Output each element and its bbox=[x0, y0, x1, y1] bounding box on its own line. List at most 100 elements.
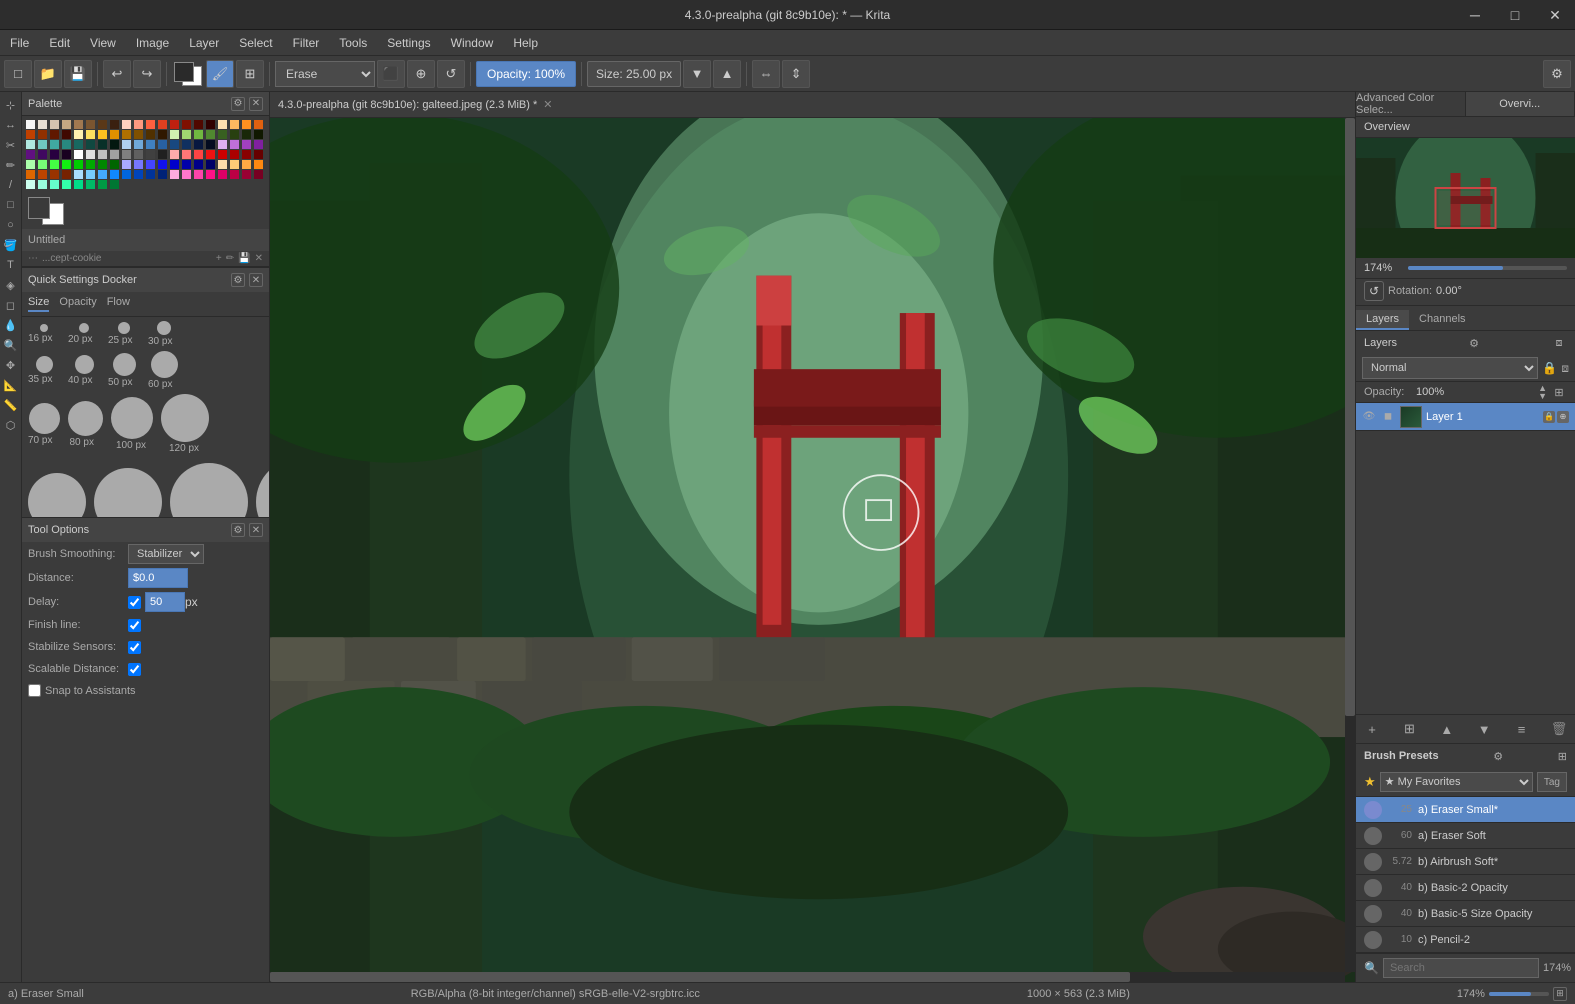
finish-line-checkbox[interactable] bbox=[128, 619, 141, 632]
palette-add-button[interactable]: + bbox=[216, 253, 222, 264]
to-close-button[interactable]: ✕ bbox=[249, 523, 263, 537]
bp-expand-button[interactable]: ⊞ bbox=[1558, 750, 1567, 763]
layer-add-button[interactable]: + bbox=[1362, 719, 1382, 739]
color-cell[interactable] bbox=[26, 180, 35, 189]
zoom-slider[interactable] bbox=[1408, 266, 1567, 270]
canvas-tab[interactable]: 4.3.0-prealpha (git 8c9b10e): galteed.jp… bbox=[278, 98, 553, 111]
brush-size-circle[interactable] bbox=[40, 324, 48, 332]
color-cell[interactable] bbox=[98, 170, 107, 179]
canvas-tab-close[interactable]: ✕ bbox=[543, 98, 552, 111]
color-cell[interactable] bbox=[182, 140, 191, 149]
color-cell[interactable] bbox=[98, 140, 107, 149]
size-down-button[interactable]: ▼ bbox=[683, 60, 711, 88]
color-cell[interactable] bbox=[122, 120, 131, 129]
color-cell[interactable] bbox=[146, 140, 155, 149]
menu-tools[interactable]: Tools bbox=[329, 30, 377, 56]
color-cell[interactable] bbox=[134, 160, 143, 169]
layers-settings-button[interactable]: ⚙ bbox=[1466, 335, 1482, 351]
qs-tab-flow[interactable]: Flow bbox=[107, 296, 130, 312]
scalable-distance-checkbox[interactable] bbox=[128, 663, 141, 676]
brush-size-circle[interactable] bbox=[111, 397, 153, 439]
palette-edit-button[interactable]: ✏ bbox=[226, 253, 234, 264]
color-cell[interactable] bbox=[86, 160, 95, 169]
blend-lock-button[interactable]: 🔒 bbox=[1542, 361, 1557, 375]
layer-more-1[interactable]: ⊕ bbox=[1557, 411, 1569, 423]
color-cell[interactable] bbox=[146, 150, 155, 159]
color-cell[interactable] bbox=[38, 140, 47, 149]
tool-pan[interactable]: ✥ bbox=[2, 356, 20, 374]
brush-size-circle[interactable] bbox=[157, 321, 171, 335]
brush-size-circle[interactable] bbox=[118, 322, 130, 334]
color-cell[interactable] bbox=[170, 160, 179, 169]
color-swatch[interactable] bbox=[172, 60, 204, 88]
foreground-color-swatch[interactable] bbox=[28, 197, 50, 219]
color-cell[interactable] bbox=[74, 170, 83, 179]
color-cell[interactable] bbox=[242, 160, 251, 169]
menu-layer[interactable]: Layer bbox=[179, 30, 229, 56]
brush-size-circle[interactable] bbox=[113, 353, 136, 376]
brush-size-circle[interactable] bbox=[29, 403, 60, 434]
color-cell[interactable] bbox=[122, 160, 131, 169]
brush-preset-item[interactable]: 10c) Pencil-2 bbox=[1356, 927, 1575, 953]
maximize-button[interactable]: □ bbox=[1495, 0, 1535, 30]
color-cell[interactable] bbox=[26, 160, 35, 169]
color-cell[interactable] bbox=[206, 150, 215, 159]
color-cell[interactable] bbox=[86, 150, 95, 159]
color-cell[interactable] bbox=[254, 150, 263, 159]
color-cell[interactable] bbox=[230, 160, 239, 169]
color-cell[interactable] bbox=[134, 140, 143, 149]
color-cell[interactable] bbox=[230, 120, 239, 129]
menu-settings[interactable]: Settings bbox=[377, 30, 440, 56]
color-cell[interactable] bbox=[98, 150, 107, 159]
color-cell[interactable] bbox=[86, 170, 95, 179]
color-cell[interactable] bbox=[230, 130, 239, 139]
color-cell[interactable] bbox=[110, 130, 119, 139]
opacity-down-arrow[interactable]: ▼ bbox=[1538, 392, 1547, 400]
qs-settings-button[interactable]: ⚙ bbox=[231, 273, 245, 287]
erase-select[interactable]: Erase bbox=[275, 61, 375, 87]
layer-lock-1[interactable]: 🔒 bbox=[1543, 411, 1555, 423]
color-cell[interactable] bbox=[182, 150, 191, 159]
tool-zoom[interactable]: 🔍 bbox=[2, 336, 20, 354]
color-cell[interactable] bbox=[122, 140, 131, 149]
color-cell[interactable] bbox=[158, 140, 167, 149]
brush-size-circle[interactable] bbox=[79, 323, 89, 333]
color-cell[interactable] bbox=[134, 150, 143, 159]
color-cell[interactable] bbox=[170, 140, 179, 149]
color-cell[interactable] bbox=[230, 150, 239, 159]
search-input[interactable] bbox=[1383, 958, 1539, 978]
bp-settings-button[interactable]: ⚙ bbox=[1493, 750, 1503, 763]
mirror-h-button[interactable]: ⇔ bbox=[752, 60, 780, 88]
color-cell[interactable] bbox=[26, 150, 35, 159]
undo-button[interactable]: ↩ bbox=[103, 60, 131, 88]
color-cell[interactable] bbox=[62, 170, 71, 179]
brush-preset-item[interactable]: 60a) Eraser Soft bbox=[1356, 823, 1575, 849]
canvas-scrollbar-v[interactable] bbox=[1345, 118, 1355, 972]
color-cell[interactable] bbox=[122, 170, 131, 179]
copy-button[interactable]: ⊕ bbox=[407, 60, 435, 88]
delay-checkbox[interactable] bbox=[128, 596, 141, 609]
clear-button[interactable]: ⬛ bbox=[377, 60, 405, 88]
color-cell[interactable] bbox=[254, 170, 263, 179]
tool-measure[interactable]: 📏 bbox=[2, 396, 20, 414]
tab-layers[interactable]: Layers bbox=[1356, 310, 1409, 330]
color-cell[interactable] bbox=[50, 180, 59, 189]
color-cell[interactable] bbox=[254, 120, 263, 129]
color-cell[interactable] bbox=[110, 170, 119, 179]
color-cell[interactable] bbox=[158, 170, 167, 179]
color-cell[interactable] bbox=[218, 130, 227, 139]
color-cell[interactable] bbox=[206, 130, 215, 139]
color-cell[interactable] bbox=[98, 130, 107, 139]
color-cell[interactable] bbox=[242, 170, 251, 179]
color-cell[interactable] bbox=[110, 180, 119, 189]
brush-preset-item[interactable]: 25a) Eraser Small* bbox=[1356, 797, 1575, 823]
color-cell[interactable] bbox=[38, 150, 47, 159]
tool-freehand[interactable]: ✏ bbox=[2, 156, 20, 174]
color-cell[interactable] bbox=[158, 160, 167, 169]
grid-button[interactable]: ⊞ bbox=[236, 60, 264, 88]
tab-channels[interactable]: Channels bbox=[1409, 310, 1475, 330]
brush-size-circle[interactable] bbox=[68, 401, 103, 436]
color-cell[interactable] bbox=[254, 140, 263, 149]
qs-tab-size[interactable]: Size bbox=[28, 296, 49, 312]
color-cell[interactable] bbox=[218, 160, 227, 169]
